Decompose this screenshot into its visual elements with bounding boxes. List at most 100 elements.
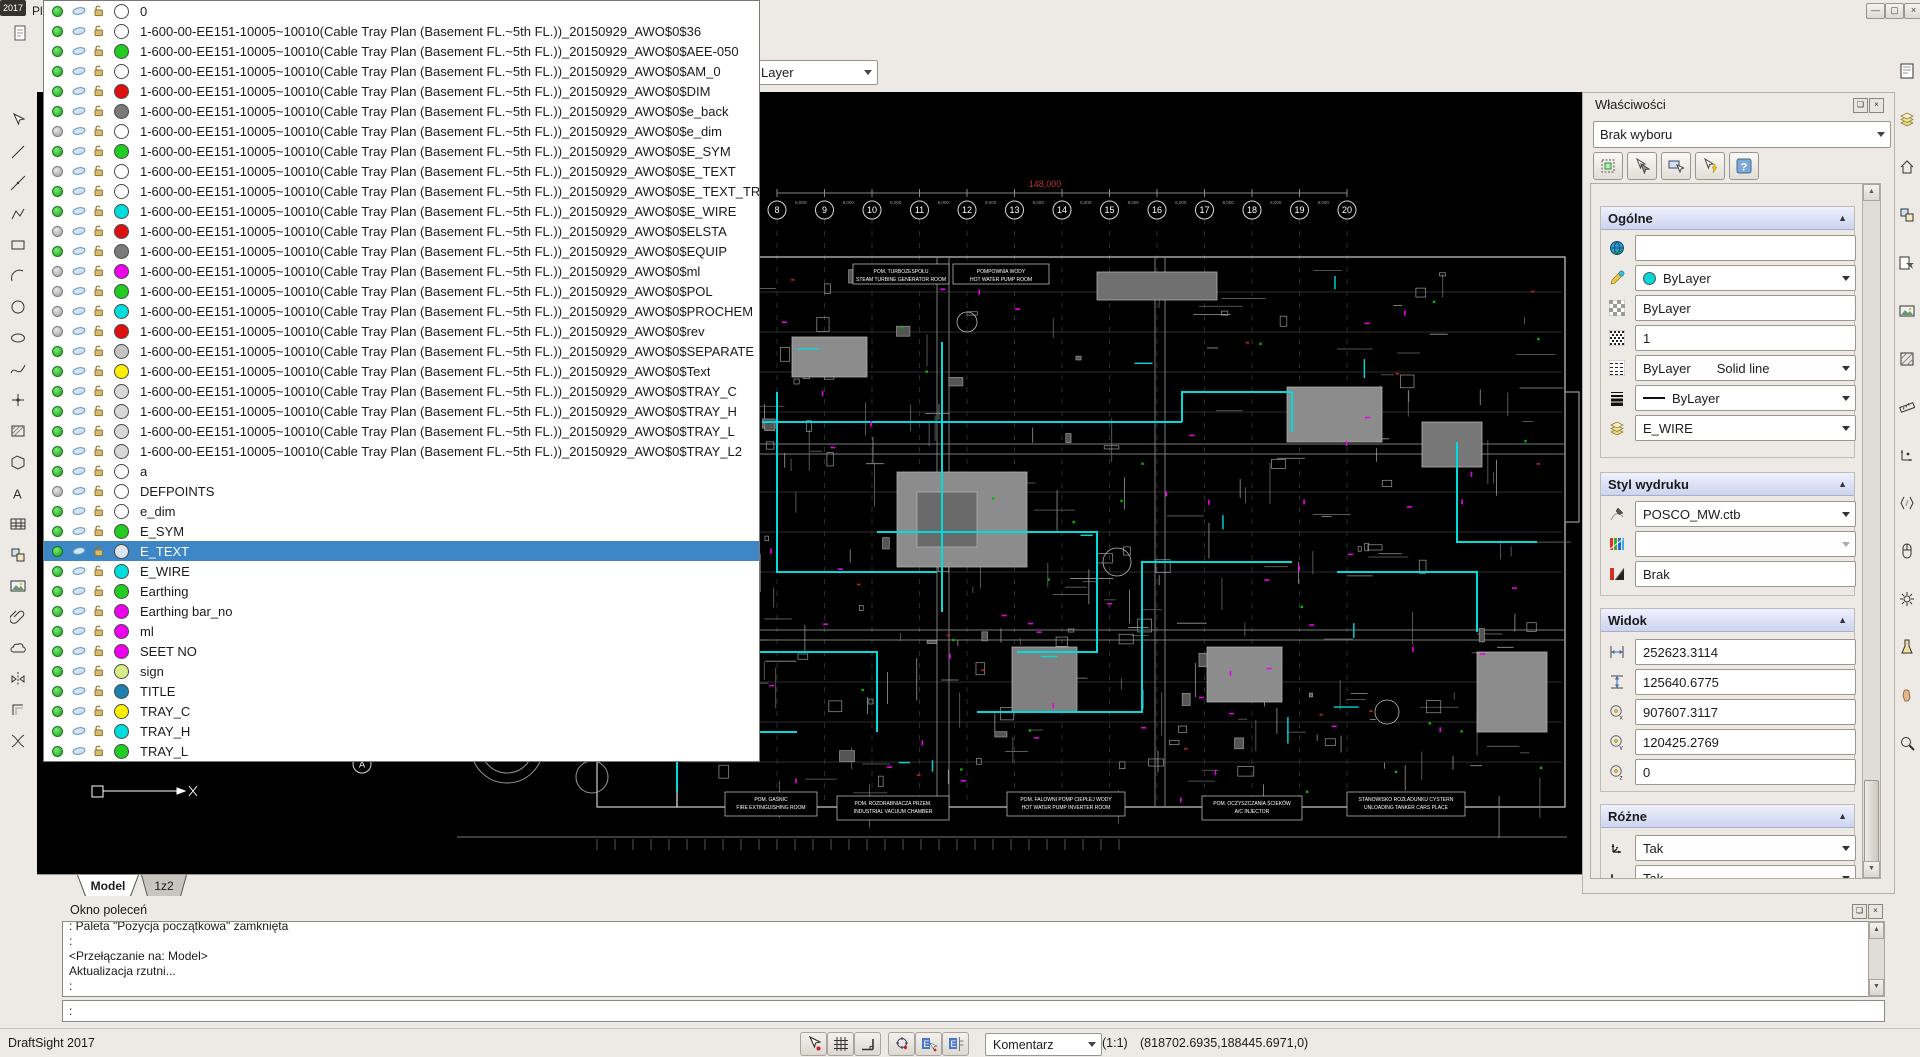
measure-panel-icon[interactable] [1896, 396, 1918, 418]
minimize-button[interactable]: — [1866, 3, 1885, 19]
layer-visibility-icon[interactable] [52, 266, 63, 277]
layer-color-swatch[interactable] [114, 304, 129, 319]
layer-row[interactable]: 1-600-00-EE151-10005~10010(Cable Tray Pl… [44, 281, 759, 301]
entity-track-toggle[interactable]: E [942, 1032, 969, 1056]
layer-lock-icon[interactable] [93, 365, 105, 377]
layer-visibility-icon[interactable] [52, 46, 63, 57]
layer-visibility-icon[interactable] [52, 246, 63, 257]
layer-visibility-icon[interactable] [52, 386, 63, 397]
layer-visibility-icon[interactable] [52, 666, 63, 677]
view-cy-field[interactable]: 120425.2769 [1635, 729, 1856, 755]
view-height-field[interactable]: 125640.6775 [1635, 669, 1856, 695]
layer-row[interactable]: 1-600-00-EE151-10005~10010(Cable Tray Pl… [44, 161, 759, 181]
layer-visibility-icon[interactable] [52, 26, 63, 37]
layer-lock-icon[interactable] [93, 105, 105, 117]
float-panel-icon[interactable]: ❏ [1853, 98, 1868, 113]
close-button[interactable]: × [1904, 3, 1920, 19]
layer-visibility-icon[interactable] [52, 526, 63, 537]
layer-row[interactable]: TRAY_H [44, 721, 759, 741]
command-scrollbar[interactable]: ▲ ▼ [1868, 921, 1885, 997]
layer-color-swatch[interactable] [114, 444, 129, 459]
layer-visibility-icon[interactable] [52, 606, 63, 617]
layer-freeze-icon[interactable] [72, 146, 86, 156]
scroll-down-icon[interactable]: ▼ [1863, 861, 1880, 878]
layer-lock-icon[interactable] [93, 85, 105, 97]
layer-color-swatch[interactable] [114, 624, 129, 639]
layer-row[interactable]: 1-600-00-EE151-10005~10010(Cable Tray Pl… [44, 181, 759, 201]
command-history[interactable]: : Paleta "Pozycja początkowa" zamknięta:… [62, 921, 1882, 997]
layer-lock-icon[interactable] [93, 685, 105, 697]
layer-color-swatch[interactable] [114, 424, 129, 439]
layer-row[interactable]: 1-600-00-EE151-10005~10010(Cable Tray Pl… [44, 321, 759, 341]
select-toggle-button[interactable] [1627, 152, 1657, 180]
layer-row[interactable]: 1-600-00-EE151-10005~10010(Cable Tray Pl… [44, 241, 759, 261]
layer-visibility-icon[interactable] [52, 426, 63, 437]
layer-row[interactable]: SEET NO [44, 641, 759, 661]
layer-freeze-icon[interactable] [72, 746, 86, 756]
layer-lock-icon[interactable] [93, 585, 105, 597]
layer-freeze-icon[interactable] [72, 106, 86, 116]
options-panel-icon[interactable] [1896, 588, 1918, 610]
layer-freeze-icon[interactable] [72, 646, 86, 656]
layer-color-swatch[interactable] [114, 344, 129, 359]
layer-color-swatch[interactable] [114, 384, 129, 399]
macro-panel-icon[interactable] [1896, 492, 1918, 514]
layer-lock-icon[interactable] [93, 5, 105, 17]
rectangle-tool-icon[interactable] [7, 234, 29, 256]
section-print-header[interactable]: Styl wydruku▲ [1601, 473, 1854, 496]
layer-row[interactable]: 1-600-00-EE151-10005~10010(Cable Tray Pl… [44, 361, 759, 381]
layer-visibility-icon[interactable] [52, 686, 63, 697]
layer-freeze-icon[interactable] [72, 166, 86, 176]
layer-visibility-icon[interactable] [52, 446, 63, 457]
layer-color-swatch[interactable] [114, 144, 129, 159]
cloud-tool-icon[interactable] [7, 637, 29, 659]
layer-freeze-icon[interactable] [72, 326, 86, 336]
selection-combo[interactable]: Brak wyboru [1593, 121, 1891, 148]
layer-freeze-icon[interactable] [72, 406, 86, 416]
close-panel-icon[interactable]: × [1868, 904, 1883, 919]
layer-freeze-icon[interactable] [72, 686, 86, 696]
layer-freeze-icon[interactable] [72, 726, 86, 736]
layer-color-swatch[interactable] [114, 744, 129, 759]
layer-visibility-icon[interactable] [52, 306, 63, 317]
layer-freeze-icon[interactable] [72, 306, 86, 316]
layer-row[interactable]: 1-600-00-EE151-10005~10010(Cable Tray Pl… [44, 141, 759, 161]
layer-lock-icon[interactable] [93, 465, 105, 477]
layer-lock-icon[interactable] [93, 45, 105, 57]
print-color-combo[interactable] [1635, 531, 1856, 557]
layer-lock-icon[interactable] [93, 625, 105, 637]
attach-tool-icon[interactable] [7, 606, 29, 628]
layer-color-swatch[interactable] [114, 544, 129, 559]
layer-visibility-icon[interactable] [52, 326, 63, 337]
layer-color-swatch[interactable] [114, 264, 129, 279]
view-width-field[interactable]: 252623.3114 [1635, 639, 1856, 665]
layer-color-swatch[interactable] [114, 24, 129, 39]
linescale-field[interactable]: 1 [1635, 325, 1856, 351]
annotation-scale-combo[interactable]: Komentarz [985, 1033, 1102, 1056]
layer-visibility-icon[interactable] [52, 566, 63, 577]
tab-sheet1[interactable]: 1z2 [141, 875, 187, 898]
ucs-origin-combo[interactable]: Tak [1635, 865, 1856, 879]
view-cz-field[interactable]: 0 [1635, 759, 1856, 785]
region-tool-icon[interactable] [7, 451, 29, 473]
layer-color-swatch[interactable] [114, 104, 129, 119]
line-color-combo[interactable]: ByLayer [1635, 265, 1856, 291]
quick-select-button[interactable] [1695, 152, 1725, 180]
ellipse-tool-icon[interactable] [7, 327, 29, 349]
layer-color-swatch[interactable] [114, 204, 129, 219]
layer-visibility-icon[interactable] [52, 226, 63, 237]
select-tool-icon[interactable] [7, 110, 29, 132]
layer-combo-field[interactable]: E_WIRE [1635, 415, 1856, 441]
command-input[interactable]: : [62, 1000, 1885, 1022]
layer-row[interactable]: TRAY_C [44, 701, 759, 721]
layer-color-swatch[interactable] [114, 244, 129, 259]
layer-freeze-icon[interactable] [72, 6, 86, 16]
layer-color-swatch[interactable] [114, 44, 129, 59]
layer-row[interactable]: 0 [44, 1, 759, 21]
entity-snap-toggle[interactable] [888, 1032, 915, 1056]
clean-panel-icon[interactable] [1896, 636, 1918, 658]
polyline-tool-icon[interactable] [7, 203, 29, 225]
layer-freeze-icon[interactable] [72, 266, 86, 276]
layer-color-swatch[interactable] [114, 324, 129, 339]
offset-tool-icon[interactable] [7, 699, 29, 721]
